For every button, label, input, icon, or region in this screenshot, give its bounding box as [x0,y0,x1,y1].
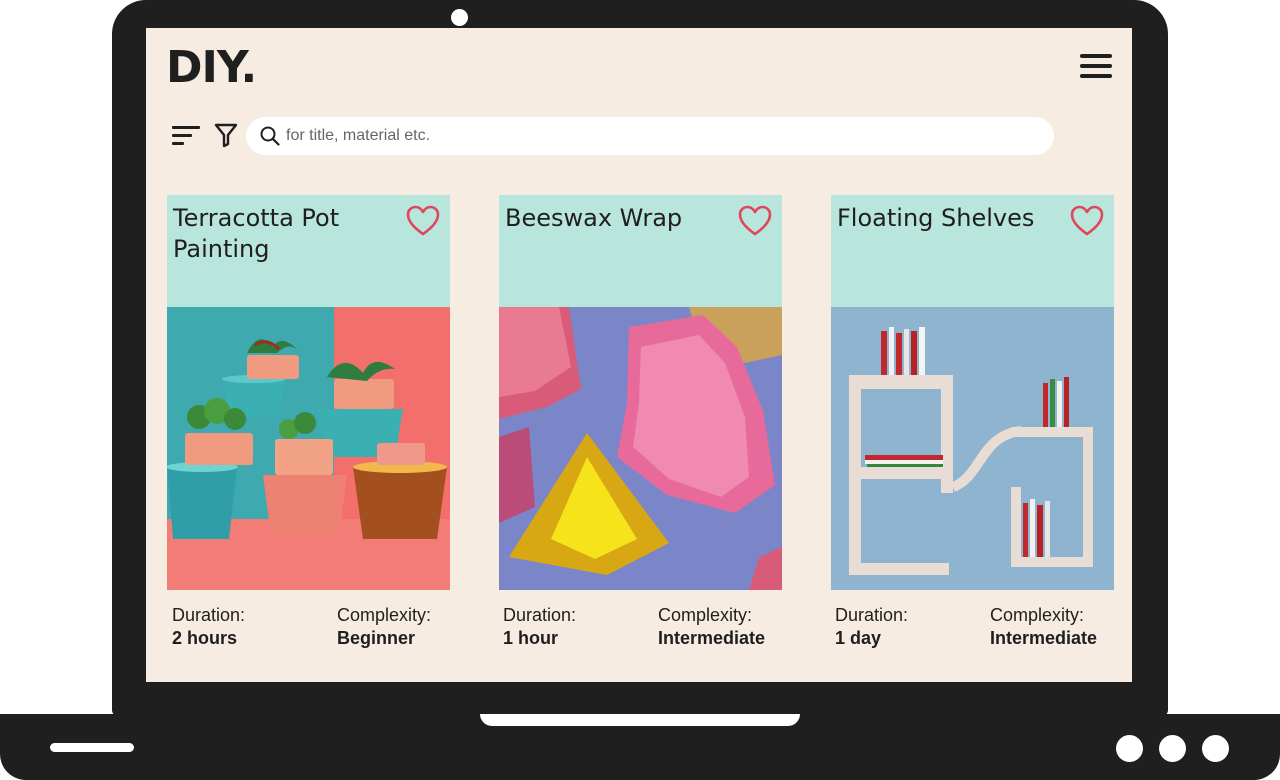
complexity-value: Intermediate [658,628,766,648]
complexity-info: Complexity: Intermediate [658,604,765,650]
laptop-base-notch [480,714,800,726]
complexity-value: Intermediate [990,628,1098,648]
duration-info: Duration: 1 hour [503,604,576,650]
duration-info: Duration: 1 day [835,604,908,650]
complexity-info: Complexity: Intermediate [990,604,1097,650]
project-card[interactable]: Terracotta Pot Painting Duration: 2 hour… [167,195,450,660]
complexity-info: Complexity: Beginner [337,604,431,650]
heart-icon[interactable] [1070,205,1104,237]
duration-label: Duration: [503,605,577,625]
heart-icon[interactable] [738,205,772,237]
card-info: Duration: 1 hour Complexity: Intermediat… [499,590,782,660]
complexity-label: Complexity: [337,605,432,625]
search-bar[interactable] [246,117,1054,155]
complexity-value: Beginner [337,628,416,648]
hamburger-menu-icon[interactable] [1080,54,1114,80]
card-title: Floating Shelves [837,204,1035,232]
laptop-speaker [50,743,134,752]
app-screen: DIY. Terracotta Pot Painting [146,28,1132,682]
complexity-label: Complexity: [658,605,753,625]
card-header: Floating Shelves [831,195,1114,307]
terracotta-pots-image [167,307,450,590]
complexity-label: Complexity: [990,605,1085,625]
laptop-camera [451,9,468,26]
card-title: Terracotta Pot Painting [173,204,340,263]
duration-label: Duration: [835,605,909,625]
heart-icon[interactable] [406,205,440,237]
app-logo[interactable]: DIY. [166,42,257,94]
duration-value: 1 hour [503,628,559,648]
filter-icon[interactable] [214,122,238,148]
duration-value: 1 day [835,628,882,648]
card-info: Duration: 1 day Complexity: Intermediate [831,590,1114,660]
floating-shelves-image [831,307,1114,590]
duration-value: 2 hours [172,628,238,648]
laptop-indicator-light [1202,735,1229,762]
search-icon[interactable] [260,126,280,146]
laptop-indicator-light [1116,735,1143,762]
search-input[interactable] [286,117,1026,155]
card-header: Beeswax Wrap [499,195,782,307]
sort-icon[interactable] [172,124,202,146]
card-info: Duration: 2 hours Complexity: Beginner [167,590,450,660]
beeswax-wraps-image [499,307,782,590]
duration-info: Duration: 2 hours [172,604,245,650]
card-title: Beeswax Wrap [505,204,683,232]
card-header: Terracotta Pot Painting [167,195,450,307]
laptop-indicator-light [1159,735,1186,762]
project-card[interactable]: Beeswax Wrap Duration: 1 hour Complexity… [499,195,782,660]
project-card[interactable]: Floating Shelves Duration: 1 day Complex… [831,195,1114,660]
duration-label: Duration: [172,605,246,625]
